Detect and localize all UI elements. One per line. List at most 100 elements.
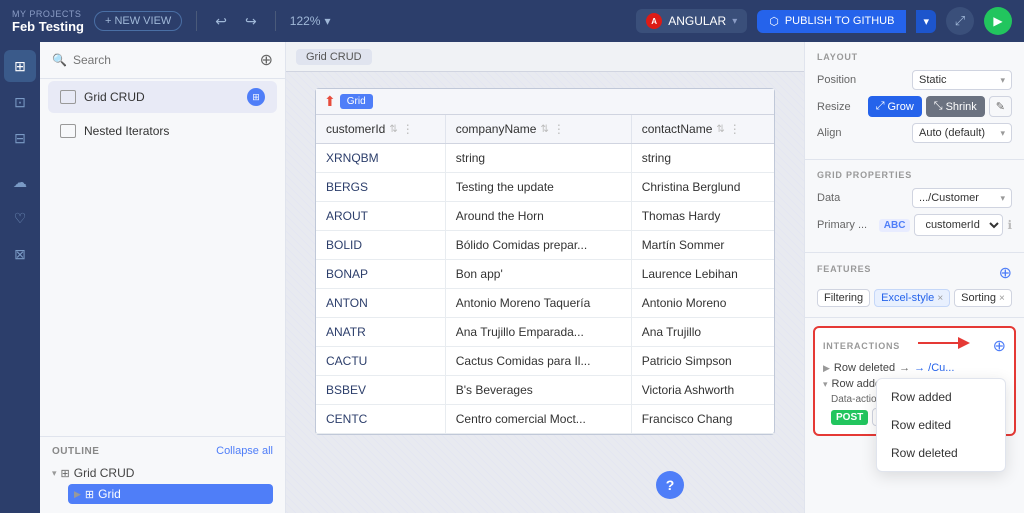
- cell-customerid: CENTC: [316, 405, 445, 434]
- undo-button[interactable]: ↩: [211, 9, 231, 34]
- row-deleted-arrow-icon: →: [899, 362, 910, 374]
- data-label: Data: [817, 192, 840, 204]
- sidebar: 🔍 ⊕ Grid CRUD ⊞ Nested Iterators OUTLINE…: [40, 42, 286, 513]
- run-button[interactable]: ▶: [984, 7, 1012, 35]
- shrink-icon: ⤡: [934, 100, 943, 113]
- row-deleted-path: → /Cu...: [914, 362, 954, 374]
- events-button[interactable]: ♡: [4, 202, 36, 234]
- new-view-button[interactable]: + NEW VIEW: [94, 11, 182, 31]
- col-header-customerid: customerId ⇅ ⋮: [316, 115, 445, 144]
- customerid-sort-icon[interactable]: ⇅: [389, 124, 397, 135]
- sorting-tag: Sorting ×: [954, 289, 1012, 307]
- data-chevron-icon: ▾: [1000, 193, 1005, 204]
- components-button[interactable]: ⊡: [4, 86, 36, 118]
- table-row[interactable]: XRNQBM string string: [316, 144, 774, 173]
- sidebar-item-grid-crud[interactable]: Grid CRUD ⊞: [48, 81, 277, 113]
- abc-badge: ABC: [879, 219, 911, 232]
- primary-key-select[interactable]: customerId: [914, 214, 1003, 236]
- interactions-title: INTERACTIONS: [823, 341, 900, 351]
- publish-dropdown-button[interactable]: ▾: [916, 10, 936, 33]
- data-select[interactable]: .../Customer ▾: [912, 188, 1012, 208]
- shrink-button[interactable]: ⤡ Shrink: [926, 96, 985, 117]
- zoom-chevron-icon: ▾: [324, 14, 330, 28]
- table-row[interactable]: BSBEV B's Beverages Victoria Ashworth: [316, 376, 774, 405]
- customerid-menu-icon[interactable]: ⋮: [402, 122, 414, 136]
- outline-grid-crud-item[interactable]: ▾ ⊞ Grid CRUD: [52, 463, 273, 483]
- project-label: MY PROJECTS: [12, 9, 84, 19]
- align-label: Align: [817, 127, 841, 139]
- grow-label: Grow: [888, 101, 914, 113]
- data-button[interactable]: ⊟: [4, 122, 36, 154]
- table-row[interactable]: ANTON Antonio Moreno Taquería Antonio Mo…: [316, 289, 774, 318]
- table-row[interactable]: BONAP Bon app' Laurence Lebihan: [316, 260, 774, 289]
- outline-grid-item[interactable]: ▶ ⊞ Grid: [68, 484, 273, 504]
- interactions-add-button[interactable]: ⊕: [993, 336, 1006, 356]
- resize-edit-button[interactable]: ✎: [989, 96, 1012, 117]
- help-button[interactable]: ?: [656, 471, 684, 499]
- excel-remove-button[interactable]: ×: [937, 293, 943, 304]
- publish-button[interactable]: ⬡ PUBLISH TO GITHUB: [757, 10, 906, 33]
- row-added-expand[interactable]: ▾: [823, 379, 828, 390]
- features-row: Filtering Excel-style × Sorting ×: [817, 289, 1012, 307]
- publish-label: PUBLISH TO GITHUB: [785, 15, 895, 27]
- table-row[interactable]: BOLID Bólido Comidas prepar... Martín So…: [316, 231, 774, 260]
- angular-chevron-icon: ▾: [732, 16, 737, 27]
- angular-selector[interactable]: A ANGULAR ▾: [636, 9, 747, 33]
- companyname-sort-icon[interactable]: ⇅: [540, 124, 548, 135]
- cell-companyname: Cactus Comidas para Il...: [445, 347, 631, 376]
- outline-title: OUTLINE: [52, 446, 99, 457]
- project-name: Feb Testing: [12, 19, 84, 34]
- sidebar-item-nested-iterators[interactable]: Nested Iterators: [48, 117, 277, 145]
- topbar: MY PROJECTS Feb Testing + NEW VIEW ↩ ↪ 1…: [0, 0, 1024, 42]
- style-button[interactable]: ☁: [4, 166, 36, 198]
- contactname-label: contactName: [642, 122, 713, 136]
- companyname-label: companyName: [456, 122, 537, 136]
- search-icon: 🔍: [52, 53, 67, 67]
- cell-customerid: BERGS: [316, 173, 445, 202]
- align-select[interactable]: Auto (default) ▾: [912, 123, 1012, 143]
- table-row[interactable]: CENTC Centro comercial Moct... Francisco…: [316, 405, 774, 434]
- add-component-button[interactable]: ⊕: [260, 50, 273, 70]
- align-chevron-icon: ▾: [1000, 128, 1005, 139]
- dropdown-row-edited[interactable]: Row edited: [877, 411, 1005, 439]
- layers-button[interactable]: ⊞: [4, 50, 36, 82]
- customerid-label: customerId: [326, 122, 385, 136]
- settings-button[interactable]: ⊠: [4, 238, 36, 270]
- cell-contactname: Antonio Moreno: [631, 289, 774, 318]
- sorting-remove-button[interactable]: ×: [999, 293, 1005, 304]
- companyname-menu-icon[interactable]: ⋮: [553, 122, 565, 136]
- position-select[interactable]: Static ▾: [912, 70, 1012, 90]
- outline-section: OUTLINE Collapse all ▾ ⊞ Grid CRUD ▶ ⊞ G…: [40, 436, 285, 513]
- zoom-value: 122%: [290, 14, 321, 28]
- row-deleted-expand[interactable]: ▶: [823, 363, 830, 374]
- topbar-divider-2: [275, 11, 276, 31]
- share-button[interactable]: ⤢: [946, 7, 974, 35]
- grid-table: customerId ⇅ ⋮ companyName ⇅ ⋮: [316, 115, 774, 434]
- contactname-menu-icon[interactable]: ⋮: [729, 122, 741, 136]
- shrink-label: Shrink: [946, 101, 977, 113]
- collapse-all-button[interactable]: Collapse all: [216, 445, 273, 457]
- col-header-contactname: contactName ⇅ ⋮: [631, 115, 774, 144]
- features-add-button[interactable]: ⊕: [999, 263, 1012, 283]
- dropdown-row-added[interactable]: Row added: [877, 383, 1005, 411]
- canvas-breadcrumb[interactable]: Grid CRUD: [296, 49, 372, 65]
- table-row[interactable]: BERGS Testing the update Christina Bergl…: [316, 173, 774, 202]
- search-input[interactable]: [73, 53, 254, 67]
- grid-properties-section: GRID PROPERTIES Data .../Customer ▾ Prim…: [805, 160, 1024, 253]
- play-icon: ▶: [993, 14, 1002, 28]
- data-row: Data .../Customer ▾: [817, 188, 1012, 208]
- share-icon: ⤢: [955, 13, 965, 29]
- table-row[interactable]: ANATR Ana Trujillo Emparada... Ana Truji…: [316, 318, 774, 347]
- table-row[interactable]: CACTU Cactus Comidas para Il... Patricio…: [316, 347, 774, 376]
- zoom-control[interactable]: 122% ▾: [290, 14, 331, 28]
- table-row[interactable]: AROUT Around the Horn Thomas Hardy: [316, 202, 774, 231]
- cell-customerid: ANTON: [316, 289, 445, 318]
- layout-section: LAYOUT Position Static ▾ Resize ⤢ Grow ⤡: [805, 42, 1024, 160]
- dropdown-row-deleted[interactable]: Row deleted: [877, 439, 1005, 467]
- outline-header: OUTLINE Collapse all: [52, 445, 273, 457]
- contactname-sort-icon[interactable]: ⇅: [716, 124, 724, 135]
- cell-customerid: CACTU: [316, 347, 445, 376]
- redo-button[interactable]: ↪: [241, 9, 261, 34]
- excel-label: Excel-style: [881, 292, 934, 304]
- grow-button[interactable]: ⤢ Grow: [868, 96, 922, 117]
